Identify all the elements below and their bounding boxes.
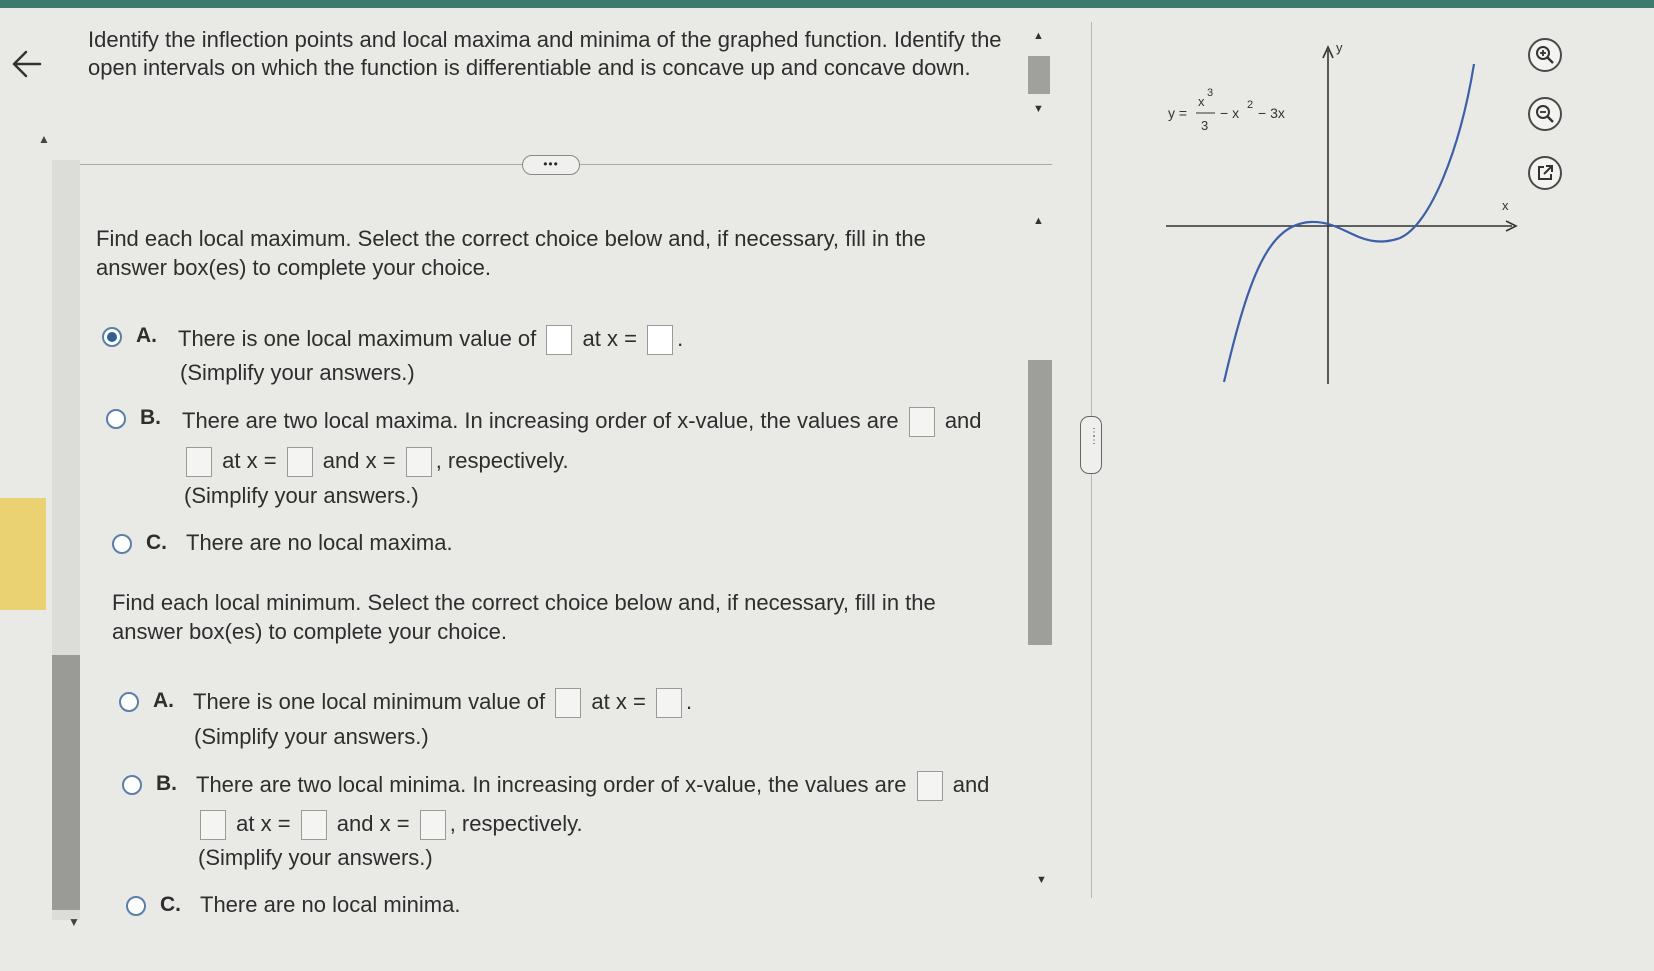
equation-denominator: 3 — [1201, 118, 1208, 133]
max-section-prompt: Find each local maximum. Select the corr… — [96, 226, 926, 280]
max-option-a-line: There is one local maximum value of at x… — [178, 325, 683, 355]
equation-x2-exponent: 2 — [1247, 99, 1253, 111]
rail-scroll-up-icon[interactable]: ▲ — [38, 132, 50, 146]
min-option-b-note: (Simplify your answers.) — [198, 845, 433, 870]
top-scroll-up-icon[interactable]: ▲ — [1033, 30, 1044, 42]
max-option-b-note: (Simplify your answers.) — [184, 483, 419, 508]
function-graph: x y y = x 3 3 − x 2 − 3x — [1166, 40, 1518, 384]
max-b-value1-input[interactable] — [908, 407, 935, 437]
main-scroll-thumb[interactable] — [1028, 360, 1052, 645]
resize-handle[interactable]: ⋮ ⋮ — [1080, 416, 1102, 474]
equation-x2-term: − x — [1220, 105, 1239, 121]
max-x-input[interactable] — [647, 325, 674, 355]
max-value-input[interactable] — [546, 325, 573, 355]
max-option-b-respectively: , respectively. — [435, 447, 569, 473]
side-tab[interactable] — [0, 498, 46, 610]
max-option-b-line1: There are two local maxima. In increasin… — [182, 407, 982, 437]
equation-lhs: y = — [1168, 105, 1187, 121]
min-option-b-text: There are two local minima. In increasin… — [196, 771, 907, 797]
main-scroll-down-icon[interactable]: ▼ — [1036, 874, 1047, 886]
x-axis-label: x — [1502, 198, 1509, 213]
min-option-b-radio[interactable] — [122, 775, 142, 795]
equation-numerator: x — [1198, 94, 1205, 109]
min-value-input[interactable] — [555, 688, 582, 718]
min-option-b-and: and — [952, 771, 990, 797]
min-option-c-radio[interactable] — [126, 896, 146, 916]
max-option-a-note: (Simplify your answers.) — [180, 360, 415, 385]
back-arrow-icon[interactable] — [6, 44, 46, 84]
question-text: Identify the inflection points and local… — [88, 27, 1002, 80]
equation-3x-term: − 3x — [1258, 105, 1285, 121]
min-b-value2-input[interactable] — [200, 810, 226, 840]
min-option-b-respectively: , respectively. — [449, 810, 583, 836]
min-b-x2-input[interactable] — [419, 810, 446, 840]
min-option-b-line2: at x = and x = , respectively. — [196, 810, 583, 840]
max-option-b-radio[interactable] — [106, 409, 126, 429]
max-option-c-letter: C. — [146, 531, 167, 554]
max-option-b-letter: B. — [140, 406, 161, 429]
top-accent-bar — [0, 0, 1654, 8]
equation-numerator-exponent: 3 — [1207, 87, 1213, 99]
min-option-a-note: (Simplify your answers.) — [194, 724, 429, 749]
max-option-a-letter: A. — [136, 324, 157, 347]
min-option-a-at-x: at x = — [591, 688, 646, 714]
max-option-a-text: There is one local maximum value of — [178, 325, 537, 351]
max-option-b-and-x: and x = — [322, 447, 396, 473]
min-option-a-text: There is one local minimum value of — [193, 688, 546, 714]
max-option-b-line2: at x = and x = , respectively. — [182, 447, 569, 477]
max-b-value2-input[interactable] — [186, 447, 212, 477]
max-option-c-radio[interactable] — [112, 534, 132, 554]
min-option-b-and-x: and x = — [336, 810, 410, 836]
min-option-b-at-x: at x = — [236, 810, 291, 836]
zoom-out-icon[interactable] — [1528, 97, 1562, 131]
max-option-b-text: There are two local maxima. In increasin… — [182, 407, 899, 433]
min-option-a-radio[interactable] — [119, 692, 139, 712]
period: . — [677, 325, 684, 351]
rail-scroll-down-icon[interactable]: ▼ — [68, 915, 80, 929]
period: . — [685, 688, 693, 714]
max-option-c-text: There are no local maxima. — [186, 530, 453, 555]
max-b-x2-input[interactable] — [405, 447, 432, 477]
min-b-x1-input[interactable] — [300, 810, 327, 840]
main-scroll-up-icon[interactable]: ▲ — [1033, 215, 1044, 227]
min-option-a-letter: A. — [153, 689, 174, 712]
external-link-icon[interactable] — [1528, 156, 1562, 190]
min-option-b-line1: There are two local minima. In increasin… — [196, 771, 989, 801]
min-option-a-line: There is one local minimum value of at x… — [193, 688, 692, 718]
min-b-value1-input[interactable] — [916, 771, 943, 801]
top-scroll-down-icon[interactable]: ▼ — [1033, 103, 1044, 115]
max-option-a-at-x: at x = — [582, 325, 637, 351]
min-option-c-text: There are no local minima. — [200, 892, 461, 917]
top-scroll-thumb[interactable] — [1028, 56, 1050, 94]
left-scroll-thumb[interactable] — [52, 655, 80, 910]
min-option-b-letter: B. — [156, 772, 177, 795]
min-section-prompt: Find each local minimum. Select the corr… — [112, 590, 936, 644]
max-option-b-at-x: at x = — [222, 447, 277, 473]
y-axis-label: y — [1336, 40, 1343, 55]
zoom-in-icon[interactable] — [1528, 38, 1562, 72]
min-x-input[interactable] — [655, 688, 682, 718]
expand-more-button[interactable]: ••• — [522, 155, 580, 175]
max-option-b-and: and — [944, 407, 982, 433]
min-option-c-letter: C. — [160, 893, 181, 916]
max-b-x1-input[interactable] — [286, 447, 313, 477]
max-option-a-radio[interactable] — [102, 327, 122, 347]
